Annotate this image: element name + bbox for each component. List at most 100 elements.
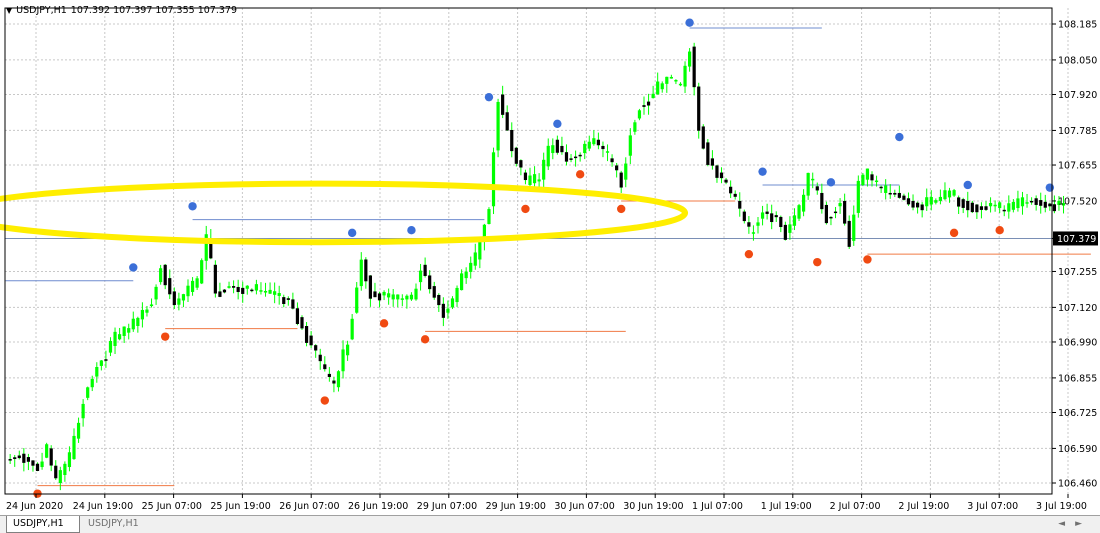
candle-body-131	[601, 145, 605, 150]
x-tick-label-2: 25 Jun 07:00	[142, 501, 202, 512]
candle-body-119	[546, 145, 550, 167]
candle-body-221	[1011, 201, 1015, 210]
candle-body-3	[17, 455, 21, 459]
y-tick-label-12: 106.590	[1058, 444, 1097, 455]
candle-body-90	[414, 288, 418, 300]
price-chart[interactable]: 108.185 108.050 107.920 107.785 107.655 107.5…	[0, 0, 1100, 533]
swing-low-marker-11	[949, 228, 959, 238]
x-tick-label-6: 29 Jun 07:00	[417, 501, 477, 512]
candle-body-128	[587, 141, 591, 149]
candle-body-216	[988, 202, 993, 207]
plot-frame	[4, 7, 1053, 495]
candle-body-75	[346, 344, 350, 356]
candle-body-43	[200, 260, 204, 284]
candle-body-149	[683, 65, 687, 87]
candle-body-103	[473, 252, 477, 266]
candle-body-193	[884, 185, 888, 193]
swing-high-marker-4	[484, 92, 494, 102]
candle-body-117	[537, 179, 541, 182]
candle-body-141	[646, 101, 651, 106]
candle-body-133	[610, 158, 614, 163]
candle-body-25	[118, 334, 122, 340]
candle-body-71	[327, 373, 331, 377]
candle-body-82	[377, 293, 382, 301]
chart-tab-bar: USDJPY,H1 USDJPY,H1 ◄►	[0, 515, 1100, 533]
tab-usdjpy-h1-active[interactable]: USDJPY,H1	[6, 516, 80, 533]
x-tick-label-8: 30 Jun 07:00	[554, 501, 614, 512]
candle-body-180	[824, 204, 828, 224]
candle-body-18	[86, 387, 90, 398]
candle-body-101	[464, 271, 468, 279]
candle-body-84	[387, 293, 391, 298]
candle-body-112	[514, 147, 518, 164]
tab-scroll-icons[interactable]: ◄►	[1058, 516, 1092, 532]
candle-body-70	[323, 364, 327, 370]
candle-body-188	[861, 174, 865, 185]
candle-body-132	[605, 151, 610, 153]
candle-body-145	[665, 76, 669, 84]
candle-body-53	[245, 285, 249, 289]
candle-body-157	[719, 172, 724, 179]
candle-body-168	[770, 213, 774, 223]
candle-body-201	[920, 204, 924, 211]
swing-high-marker-11	[1045, 183, 1055, 192]
candle-body-88	[405, 295, 409, 300]
candle-body-91	[418, 270, 423, 283]
candle-body-63	[291, 299, 295, 309]
candle-body-100	[460, 273, 464, 291]
candle-body-121	[555, 139, 559, 153]
candle-body-222	[1016, 198, 1020, 209]
swing-low-marker-4	[420, 335, 430, 344]
candle-body-83	[382, 291, 386, 296]
candle-body-81	[373, 291, 377, 298]
x-tick-label-9: 30 Jun 19:00	[623, 501, 683, 512]
candle-body-213	[975, 204, 979, 213]
candle-body-177	[811, 178, 815, 181]
candle-body-59	[273, 291, 277, 295]
triangle-down-icon[interactable]: ▼	[6, 6, 12, 15]
y-tick-label-11: 106.725	[1058, 408, 1097, 419]
chart-window[interactable]: 108.185 108.050 107.920 107.785 107.655 107.5…	[0, 0, 1100, 533]
candle-body-202	[925, 197, 929, 207]
candle-body-136	[624, 163, 628, 180]
candle-body-38	[177, 298, 181, 305]
candle-body-163	[747, 222, 751, 227]
swing-high-marker-1	[188, 202, 197, 211]
x-tick-label-11: 1 Jul 19:00	[761, 501, 812, 512]
candle-body-76	[350, 318, 354, 340]
y-tick-label-5: 107.520	[1058, 196, 1097, 207]
candle-body-96	[441, 303, 445, 318]
x-tick-label-15: 3 Jul 19:00	[1036, 501, 1087, 512]
candle-body-12	[58, 470, 62, 483]
candle-body-144	[660, 83, 664, 90]
candle-body-173	[792, 215, 797, 226]
candle-body-52	[241, 287, 245, 294]
candle-body-118	[542, 159, 546, 180]
swing-high-marker-6	[685, 18, 694, 27]
candle-body-178	[815, 186, 819, 191]
swing-low-marker-12	[995, 226, 1004, 235]
candle-body-60	[277, 293, 281, 296]
x-tick-label-13: 2 Jul 19:00	[898, 501, 949, 512]
candle-body-58	[268, 289, 272, 294]
candle-body-227	[1039, 200, 1043, 206]
swing-high-marker-7	[758, 167, 767, 176]
candle-body-126	[578, 154, 582, 157]
tab-usdjpy-h1[interactable]: USDJPY,H1	[82, 516, 152, 533]
candle-body-218	[998, 202, 1002, 209]
candle-body-176	[806, 172, 810, 196]
candle-body-161	[738, 200, 742, 209]
candle-body-223	[1020, 197, 1025, 207]
x-tick-label-14: 3 Jul 07:00	[967, 501, 1018, 512]
candle-body-16	[76, 422, 81, 439]
candle-body-229	[1048, 203, 1052, 207]
candle-body-206	[943, 190, 947, 200]
candle-body-199	[911, 200, 915, 208]
candle-body-142	[651, 93, 655, 99]
candle-body-225	[1030, 200, 1034, 203]
price-levels	[5, 27, 1091, 487]
candle-body-190	[870, 174, 874, 181]
y-tick-label-3: 107.785	[1058, 126, 1097, 137]
swing-low-marker-1	[161, 332, 170, 341]
candle-body-24	[113, 331, 117, 346]
